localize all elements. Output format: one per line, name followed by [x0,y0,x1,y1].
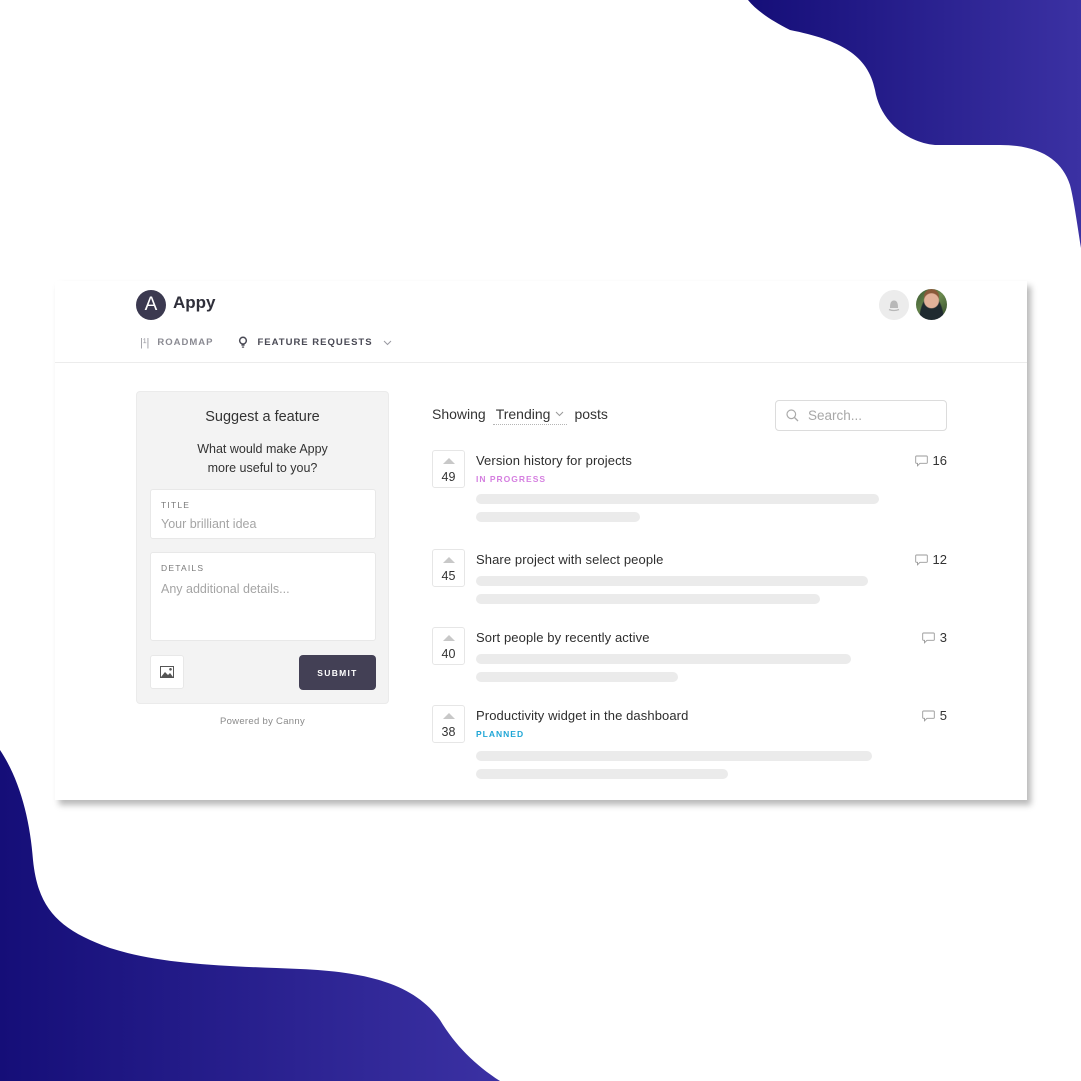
suggest-title: Suggest a feature [205,409,320,425]
title-placeholder: Your brilliant idea [161,517,257,531]
submit-button[interactable]: SUBMIT [299,655,376,690]
details-label: DETAILS [161,563,205,573]
placeholder-line [476,594,820,604]
nav-feature-requests[interactable]: FEATURE REQUESTS [237,336,391,349]
nav-roadmap-label: ROADMAP [157,337,214,348]
comment-icon [914,455,928,467]
upvote-arrow-icon [443,713,455,719]
logo-letter: A [144,294,158,315]
comment-icon [914,554,928,566]
title-label: TITLE [161,500,191,510]
app-window: A Appy |¹| ROADMAP FEATURE REQUESTS Sugg… [55,281,1027,800]
post-title[interactable]: Version history for projects [476,453,632,468]
vote-count: 38 [441,725,456,739]
lightbulb-icon [239,336,248,348]
app-logo[interactable]: A [136,290,166,320]
placeholder-line [476,576,868,586]
search-input[interactable] [808,408,928,423]
upvote-arrow-icon [443,458,455,464]
placeholder-line [476,512,640,522]
chevron-down-icon [383,340,391,345]
sort-bar: Showing Trending posts [432,406,608,425]
comment-icon [922,632,935,644]
details-placeholder: Any additional details... [161,582,290,596]
placeholder-line [476,769,728,779]
nav-roadmap[interactable]: |¹| ROADMAP [140,337,213,349]
chevron-down-icon [556,411,564,417]
upvote-arrow-icon [443,557,455,563]
post-title[interactable]: Productivity widget in the dashboard [476,708,688,723]
image-icon [160,666,174,678]
vote-count: 40 [441,647,456,661]
placeholder-line [476,672,678,682]
placeholder-line [476,494,879,504]
status-badge: PLANNED [476,729,525,739]
suggest-subtitle-line2: more useful to you? [207,461,318,475]
upvote-button[interactable]: 49 [432,450,465,488]
upvote-button[interactable]: 40 [432,627,465,665]
search-box[interactable] [775,400,947,431]
placeholder-line [476,654,851,664]
notifications-button[interactable] [879,290,909,320]
showing-label: Showing [432,406,486,422]
comment-icon [922,710,935,722]
suggest-subtitle-line1: What would make Appy [197,442,328,456]
attach-image-button[interactable] [150,655,184,689]
comment-count[interactable]: 5 [922,708,947,723]
main-nav: |¹| ROADMAP FEATURE REQUESTS [140,336,416,349]
vote-count: 49 [441,470,456,484]
comment-count[interactable]: 12 [914,552,947,567]
post-item: 38 Productivity widget in the dashboard … [432,705,952,780]
decorative-blob-top [748,0,1081,248]
user-avatar[interactable] [916,289,947,320]
nav-feature-requests-label: FEATURE REQUESTS [257,337,373,348]
comment-count-value: 5 [939,708,947,723]
upvote-button[interactable]: 38 [432,705,465,743]
bell-icon [888,300,900,312]
powered-by-link[interactable]: Powered by Canny [136,716,389,727]
status-badge: IN PROGRESS [476,474,547,484]
suggest-subtitle: What would make Appy more useful to you? [137,440,388,478]
title-field[interactable]: TITLE Your brilliant idea [150,489,376,539]
post-item: 40 Sort people by recently active 3 [432,627,952,687]
suggest-feature-card: Suggest a feature What would make Appy m… [136,391,389,704]
comment-count-value: 16 [932,453,947,468]
post-title[interactable]: Share project with select people [476,552,663,567]
roadmap-icon: |¹| [140,336,150,349]
comment-count[interactable]: 3 [922,630,947,645]
sort-dropdown[interactable]: Trending [492,406,568,425]
top-header: A Appy |¹| ROADMAP FEATURE REQUESTS [55,281,1027,363]
comment-count[interactable]: 16 [914,453,947,468]
posts-label: posts [574,406,608,422]
search-icon [786,409,799,422]
placeholder-line [476,751,872,761]
comment-count-value: 12 [932,552,947,567]
details-field[interactable]: DETAILS Any additional details... [150,552,376,641]
upvote-button[interactable]: 45 [432,549,465,587]
post-item: 49 Version history for projects IN PROGR… [432,450,952,522]
comment-count-value: 3 [939,630,947,645]
vote-count: 45 [441,569,456,583]
sort-value: Trending [495,406,551,422]
post-title[interactable]: Sort people by recently active [476,630,650,645]
app-name[interactable]: Appy [173,293,216,313]
post-item: 45 Share project with select people 12 [432,549,952,609]
upvote-arrow-icon [443,635,455,641]
